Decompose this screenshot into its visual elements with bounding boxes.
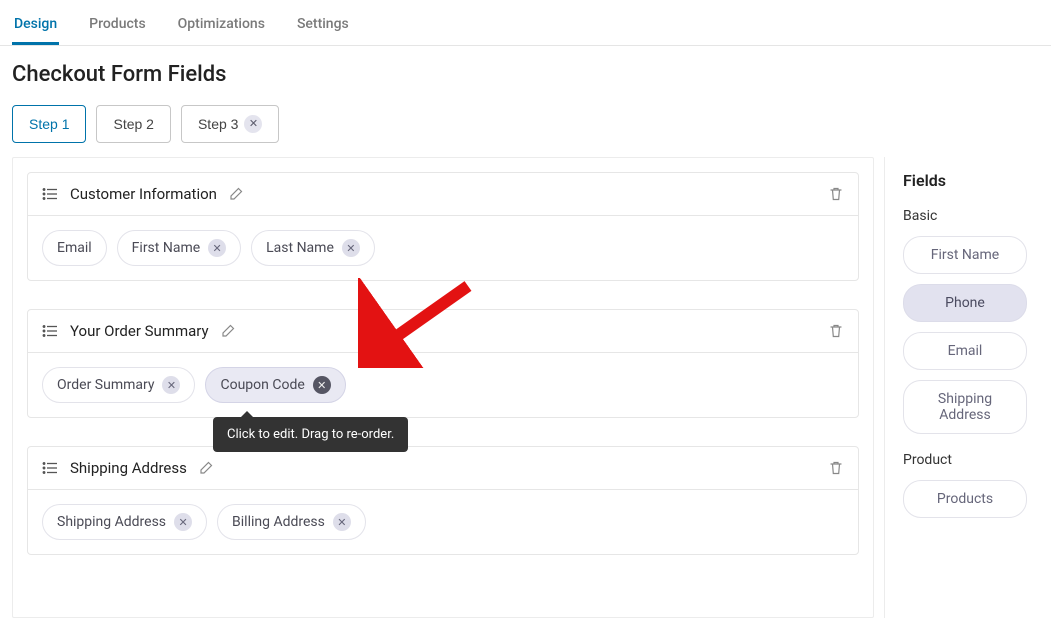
remove-icon[interactable]: ✕: [333, 513, 351, 531]
chip-label: Email: [57, 240, 92, 256]
pencil-icon[interactable]: [229, 187, 243, 201]
section-header: Shipping Address: [28, 447, 858, 490]
field-chip-last-name[interactable]: Last Name ✕: [251, 230, 375, 266]
tab-products[interactable]: Products: [87, 10, 148, 45]
section-title: Shipping Address: [70, 459, 187, 477]
sidebar-group-product: Product: [903, 452, 1027, 468]
field-chip-email[interactable]: Email: [42, 230, 107, 266]
tooltip-text: Click to edit. Drag to re-order.: [227, 427, 394, 442]
sidebar-pill-shipping-address[interactable]: Shipping Address: [903, 380, 1027, 434]
remove-icon[interactable]: ✕: [342, 239, 360, 257]
trash-icon[interactable]: [828, 323, 844, 339]
field-chip-billing-address[interactable]: Billing Address ✕: [217, 504, 366, 540]
drag-handle-icon[interactable]: [42, 461, 58, 475]
tab-settings[interactable]: Settings: [295, 10, 351, 45]
sidebar-pill-email[interactable]: Email: [903, 332, 1027, 370]
step-label: Step 2: [113, 116, 153, 132]
section-shipping-address[interactable]: Shipping Address Shipping Address ✕ Bill…: [27, 446, 859, 555]
section-body: Email First Name ✕ Last Name ✕: [28, 216, 858, 280]
field-chip-order-summary[interactable]: Order Summary ✕: [42, 367, 195, 403]
pencil-icon[interactable]: [199, 461, 213, 475]
drag-handle-icon[interactable]: [42, 187, 58, 201]
section-header: Customer Information: [28, 173, 858, 216]
chip-label: Coupon Code: [220, 377, 304, 393]
remove-icon[interactable]: ✕: [313, 376, 331, 394]
content-row: Customer Information Email First Name ✕ …: [0, 157, 1051, 638]
remove-icon[interactable]: ✕: [174, 513, 192, 531]
remove-icon[interactable]: ✕: [162, 376, 180, 394]
sidebar-pill-products[interactable]: Products: [903, 480, 1027, 518]
form-builder: Customer Information Email First Name ✕ …: [12, 157, 874, 618]
step-2-button[interactable]: Step 2: [96, 105, 170, 143]
section-title: Your Order Summary: [70, 322, 209, 340]
section-header: Your Order Summary: [28, 310, 858, 353]
steps-row: Step 1 Step 2 Step 3 ✕: [0, 105, 1051, 157]
chip-label: Shipping Address: [57, 514, 166, 530]
trash-icon[interactable]: [828, 460, 844, 476]
trash-icon[interactable]: [828, 186, 844, 202]
chip-label: Last Name: [266, 240, 334, 256]
drag-handle-icon[interactable]: [42, 324, 58, 338]
step-3-button[interactable]: Step 3 ✕: [181, 105, 279, 143]
section-body: Order Summary ✕ Coupon Code ✕: [28, 353, 858, 417]
sidebar-title: Fields: [903, 171, 1027, 190]
tab-optimizations[interactable]: Optimizations: [176, 10, 267, 45]
step-1-button[interactable]: Step 1: [12, 105, 86, 143]
section-order-summary[interactable]: Your Order Summary Order Summary ✕ Coupo…: [27, 309, 859, 418]
pencil-icon[interactable]: [221, 324, 235, 338]
chip-label: First Name: [132, 240, 200, 256]
step-label: Step 3: [198, 116, 238, 132]
top-tabs: Design Products Optimizations Settings: [0, 0, 1051, 46]
fields-sidebar: Fields Basic First Name Phone Email Ship…: [884, 157, 1039, 618]
close-icon[interactable]: ✕: [244, 115, 262, 133]
page-title: Checkout Form Fields: [12, 62, 1039, 87]
tab-design[interactable]: Design: [12, 10, 59, 45]
step-label: Step 1: [29, 116, 69, 132]
sidebar-group-basic: Basic: [903, 208, 1027, 224]
field-chip-coupon-code[interactable]: Coupon Code ✕: [205, 367, 345, 403]
tooltip: Click to edit. Drag to re-order.: [213, 417, 408, 452]
remove-icon[interactable]: ✕: [208, 239, 226, 257]
field-chip-first-name[interactable]: First Name ✕: [117, 230, 241, 266]
sidebar-pill-phone[interactable]: Phone: [903, 284, 1027, 322]
section-customer-information[interactable]: Customer Information Email First Name ✕ …: [27, 172, 859, 281]
sidebar-pill-first-name[interactable]: First Name: [903, 236, 1027, 274]
field-chip-shipping-address[interactable]: Shipping Address ✕: [42, 504, 207, 540]
section-title: Customer Information: [70, 185, 217, 203]
chip-label: Billing Address: [232, 514, 325, 530]
section-body: Shipping Address ✕ Billing Address ✕: [28, 490, 858, 554]
chip-label: Order Summary: [57, 377, 154, 393]
